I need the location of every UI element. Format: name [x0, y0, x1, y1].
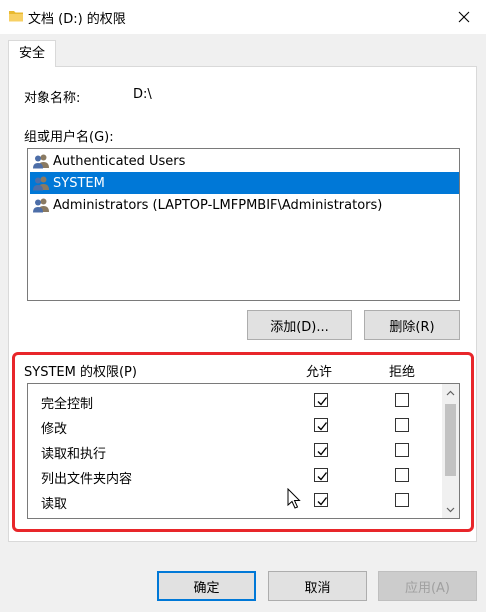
permission-name: 读取和执行: [41, 447, 107, 462]
deny-checkbox[interactable]: [395, 393, 409, 407]
cancel-button[interactable]: 取消: [268, 571, 367, 601]
permissions-scrollbar[interactable]: [442, 384, 459, 518]
apply-button[interactable]: 应用(A): [378, 571, 477, 601]
groups-label: 组或用户名(G):: [24, 130, 114, 145]
user-label: SYSTEM: [53, 175, 105, 191]
checkmark-icon: [317, 447, 328, 456]
checkmark-icon: [317, 397, 328, 406]
scroll-down-button[interactable]: [442, 501, 459, 518]
user-label: Administrators (LAPTOP-LMFPMBIF\Administ…: [53, 197, 383, 213]
list-item-administrators[interactable]: Administrators (LAPTOP-LMFPMBIF\Administ…: [30, 194, 459, 216]
checkmark-icon: [317, 472, 328, 481]
permission-name: 完全控制: [41, 397, 94, 412]
checkmark-icon: [317, 422, 328, 431]
deny-checkbox[interactable]: [395, 493, 409, 507]
permission-name: 修改: [41, 422, 68, 437]
window-title: 文档 (D:) 的权限: [28, 12, 126, 27]
ok-button[interactable]: 确定: [157, 571, 256, 601]
allow-checkbox[interactable]: [314, 493, 328, 507]
user-label: Authenticated Users: [53, 153, 186, 169]
deny-checkbox[interactable]: [395, 418, 409, 432]
object-name-label: 对象名称:: [24, 91, 81, 106]
permission-row-list-folder: 列出文件夹内容: [28, 463, 442, 488]
permissions-header: SYSTEM 的权限(P): [24, 365, 137, 380]
permission-row-read: 读取: [28, 488, 442, 513]
allow-column-header: 允许: [306, 365, 333, 380]
permission-row-partial: [28, 513, 442, 519]
remove-button[interactable]: 删除(R): [364, 310, 460, 340]
permissions-list[interactable]: 完全控制 修改 读取和执行 列出文件夹内容 读取: [27, 383, 460, 519]
permission-row-modify: 修改: [28, 413, 442, 438]
deny-checkbox[interactable]: [395, 518, 409, 519]
list-item-authenticated-users[interactable]: Authenticated Users: [30, 150, 459, 172]
mouse-cursor-icon: [287, 488, 301, 509]
folder-icon: [9, 11, 23, 22]
deny-column-header: 拒绝: [389, 365, 416, 380]
users-group-icon: [33, 176, 49, 191]
permission-row-read-execute: 读取和执行: [28, 438, 442, 463]
allow-checkbox[interactable]: [314, 518, 328, 519]
user-list[interactable]: Authenticated Users SYSTEM Administrator…: [27, 148, 460, 301]
deny-checkbox[interactable]: [395, 443, 409, 457]
close-icon: [458, 11, 470, 23]
chevron-down-icon: [446, 507, 455, 512]
title-bar: 文档 (D:) 的权限: [0, 0, 486, 34]
chevron-up-icon: [446, 390, 455, 395]
object-name-value: D:\: [133, 87, 152, 102]
scroll-up-button[interactable]: [442, 384, 459, 401]
allow-checkbox[interactable]: [314, 468, 328, 482]
scroll-thumb[interactable]: [445, 404, 456, 476]
allow-checkbox[interactable]: [314, 418, 328, 432]
close-button[interactable]: [442, 0, 486, 34]
add-button[interactable]: 添加(D)...: [247, 310, 352, 340]
permission-name: 列出文件夹内容: [41, 472, 133, 487]
deny-checkbox[interactable]: [395, 468, 409, 482]
allow-checkbox[interactable]: [314, 393, 328, 407]
allow-checkbox[interactable]: [314, 443, 328, 457]
list-item-system[interactable]: SYSTEM: [30, 172, 459, 194]
tab-security[interactable]: 安全: [8, 40, 56, 67]
checkmark-icon: [317, 497, 328, 506]
permission-row-full-control: 完全控制: [28, 388, 442, 413]
users-group-icon: [33, 198, 49, 213]
permission-name: 读取: [41, 497, 68, 512]
users-group-icon: [33, 154, 49, 169]
